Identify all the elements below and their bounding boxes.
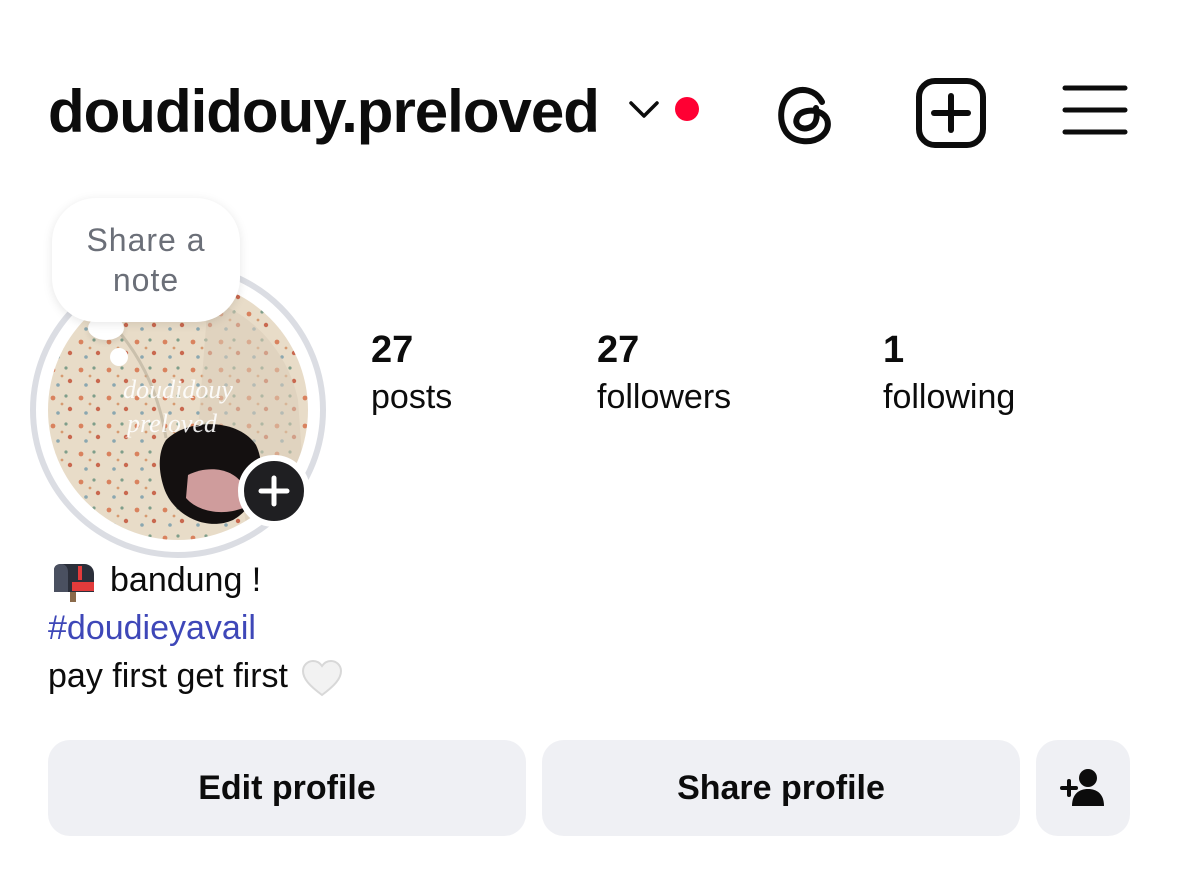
avatar-overlay-text-1: doudidouy <box>123 375 233 404</box>
posts-count: 27 <box>371 329 414 371</box>
bio-line-location: bandung ! <box>48 556 344 604</box>
notification-dot <box>675 97 699 121</box>
plus-square-icon[interactable] <box>914 76 988 150</box>
followers-count: 27 <box>597 329 640 371</box>
plus-icon <box>258 475 290 507</box>
profile-header: doudidouy.preloved <box>0 0 1179 200</box>
discover-people-button[interactable] <box>1036 740 1130 836</box>
following-count: 1 <box>883 329 905 371</box>
bio-hashtag-link[interactable]: #doudieyavail <box>48 604 344 652</box>
bio-note-text: pay first get first <box>48 657 288 695</box>
share-profile-button[interactable]: Share profile <box>542 740 1020 836</box>
bio-location-text: bandung ! <box>110 561 262 599</box>
hamburger-menu-icon[interactable] <box>1062 82 1128 138</box>
share-note-bubble[interactable]: Share a note <box>52 198 240 322</box>
threads-icon[interactable] <box>770 78 842 150</box>
add-person-icon <box>1060 769 1104 806</box>
bio-line-note: pay first get first <box>48 652 344 700</box>
share-note-label: Share a note <box>86 222 206 298</box>
add-story-button[interactable] <box>238 455 310 527</box>
chevron-down-icon[interactable] <box>626 94 662 124</box>
followers-label: followers <box>597 378 732 416</box>
stat-following[interactable]: 1 following <box>883 326 1015 420</box>
stat-posts[interactable]: 27 posts <box>371 326 452 420</box>
avatar-overlay-text-2: preloved <box>125 409 218 438</box>
posts-label: posts <box>371 378 453 416</box>
following-label: following <box>883 378 1016 416</box>
edit-profile-button[interactable]: Edit profile <box>48 740 526 836</box>
stat-followers[interactable]: 27 followers <box>597 326 731 420</box>
profile-page: doudidouy.preloved doudidouy preloved Sh… <box>0 0 1179 878</box>
note-bubble-tail-dot <box>110 348 128 366</box>
profile-bio: bandung ! #doudieyavail pay first get fi… <box>48 556 344 700</box>
white-heart-icon <box>301 660 342 697</box>
mailbox-icon <box>54 564 94 603</box>
account-username-switcher[interactable]: doudidouy.preloved <box>48 72 600 152</box>
